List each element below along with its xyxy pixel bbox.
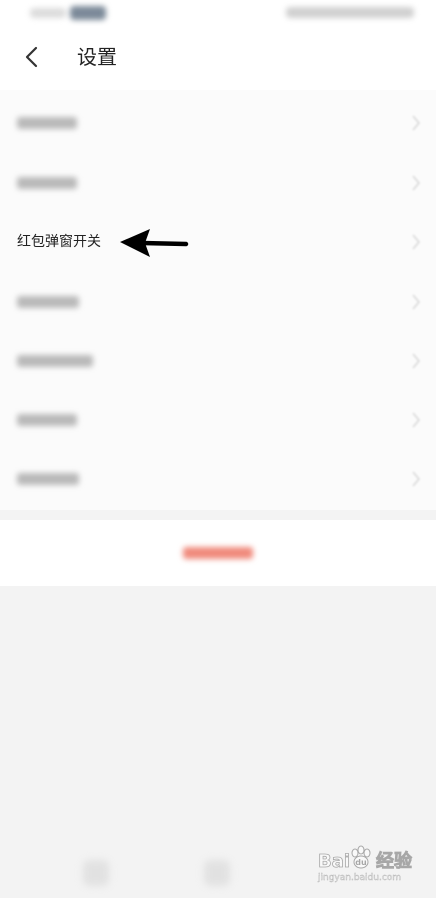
settings-item[interactable]	[0, 390, 436, 450]
chevron-right-icon	[412, 175, 420, 191]
watermark: Bai 经验 du jingyan.baidu.com	[318, 843, 418, 891]
tab-icon[interactable]	[204, 860, 230, 886]
settings-list: 红包弹窗开关	[0, 90, 436, 510]
settings-item-label	[17, 473, 79, 485]
settings-item-label	[17, 296, 79, 308]
tab-icon[interactable]	[83, 860, 109, 886]
settings-item[interactable]	[0, 331, 436, 391]
settings-item[interactable]	[0, 272, 436, 332]
settings-item[interactable]	[0, 93, 436, 153]
status-badge	[70, 6, 106, 20]
watermark-url: jingyan.baidu.com	[318, 873, 402, 883]
arrow-left-icon	[120, 229, 189, 257]
chevron-left-icon	[25, 46, 38, 68]
chevron-right-icon	[412, 471, 420, 487]
settings-item-label	[17, 414, 77, 426]
status-time	[30, 8, 66, 18]
back-button[interactable]	[14, 40, 48, 74]
logout-button[interactable]	[0, 520, 436, 586]
settings-item-red-packet-popup[interactable]: 红包弹窗开关	[0, 212, 436, 272]
status-bar	[0, 0, 436, 26]
chevron-right-icon	[412, 412, 420, 428]
settings-item-label	[17, 177, 77, 189]
settings-item-label	[17, 355, 93, 367]
settings-item-label: 红包弹窗开关	[17, 234, 101, 250]
settings-item-label	[17, 117, 77, 129]
nav-bar: 设置	[0, 26, 436, 90]
status-icons	[286, 7, 414, 18]
chevron-right-icon	[412, 115, 420, 131]
page-title: 设置	[77, 45, 117, 69]
settings-item[interactable]	[0, 449, 436, 509]
chevron-right-icon	[412, 234, 420, 250]
chevron-right-icon	[412, 353, 420, 369]
logout-section	[0, 520, 436, 586]
paw-icon: du	[351, 845, 371, 869]
chevron-right-icon	[412, 294, 420, 310]
settings-item[interactable]	[0, 153, 436, 213]
svg-text:du: du	[355, 858, 367, 867]
